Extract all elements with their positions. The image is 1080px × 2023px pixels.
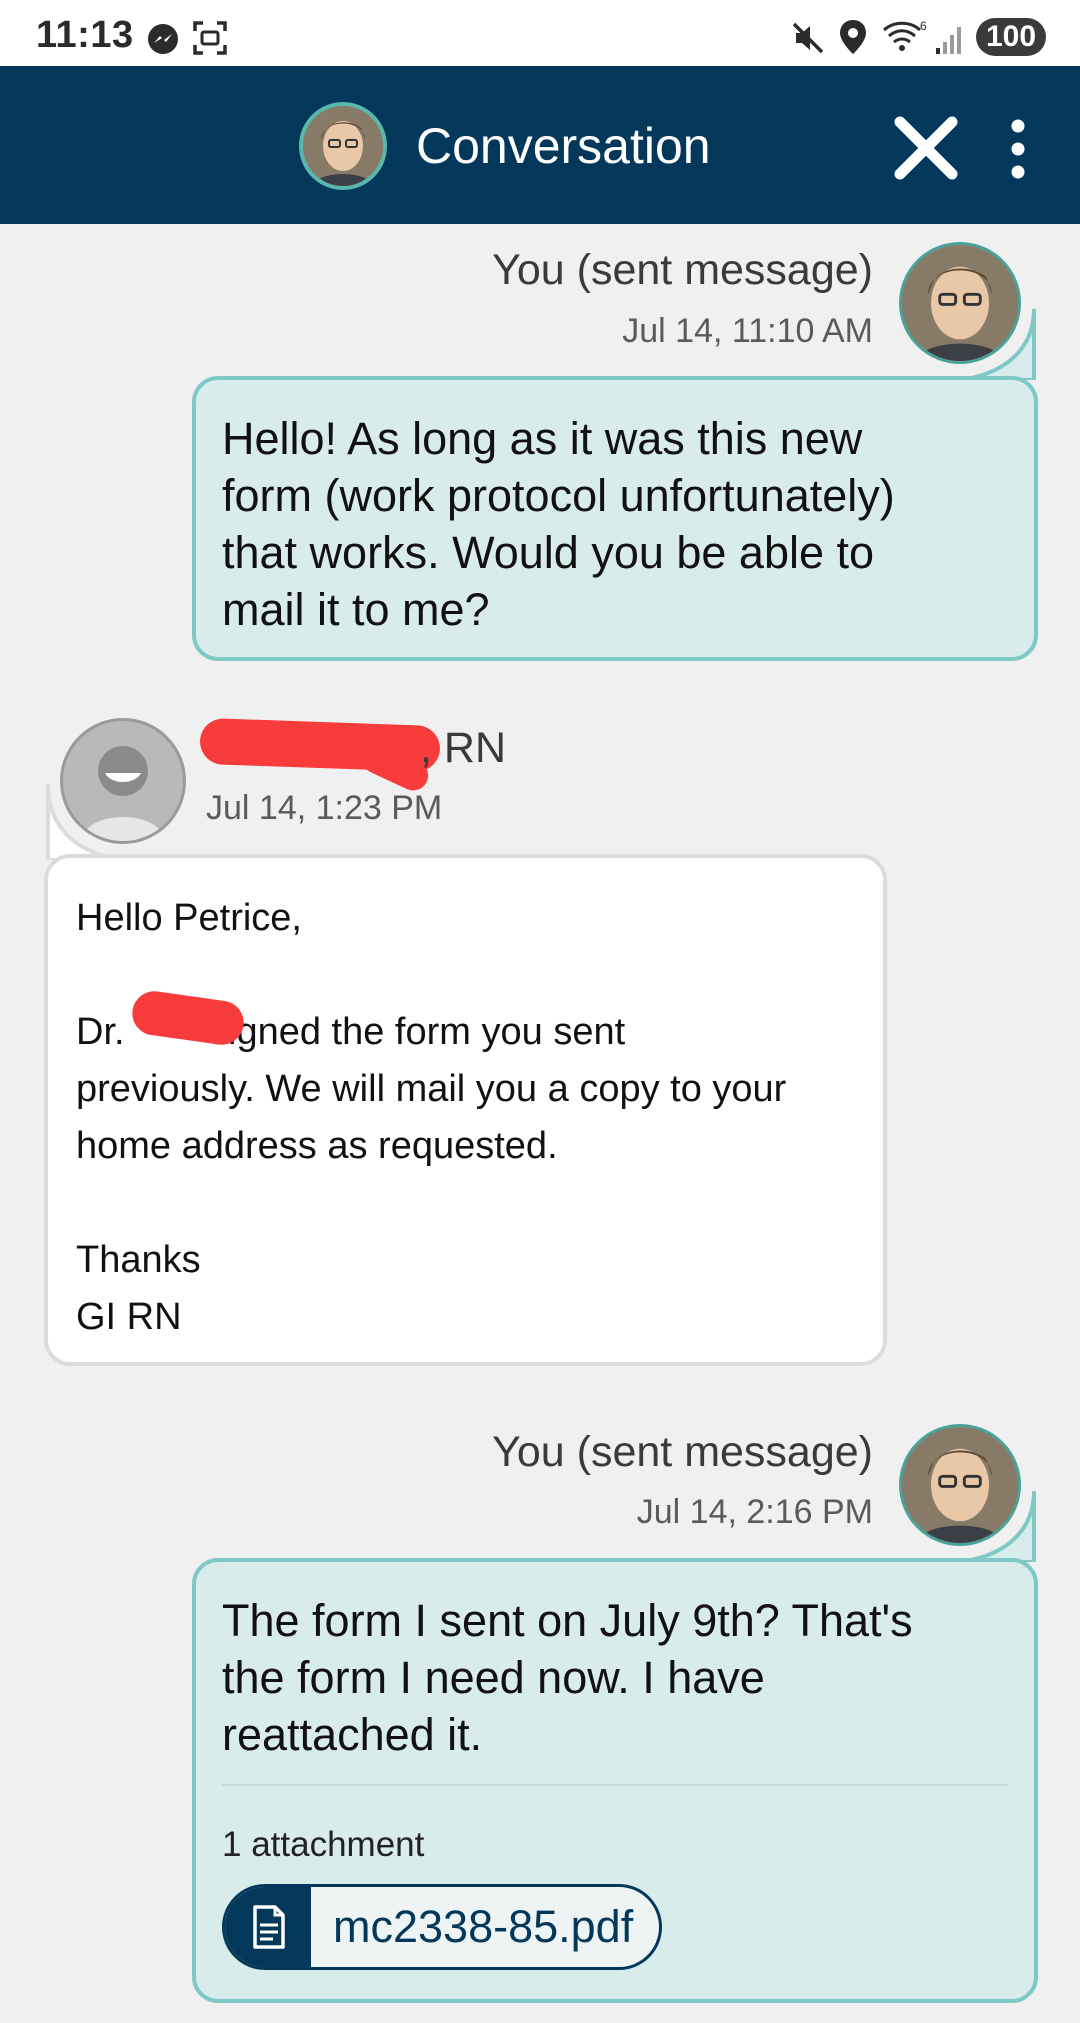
message-line: Hello! As long as it was this new [222,413,863,464]
page-title: Conversation [416,118,711,174]
message-line: reattached it. [222,1709,483,1760]
attachment-chip[interactable]: mc2338-85.pdf [222,1884,662,1970]
message-line: The form I sent on July 9th? That's [222,1595,913,1646]
attachment-divider [222,1784,1008,1786]
bubble-tail [959,308,1036,380]
message-line: the form I need now. I have [222,1652,765,1703]
signal-icon [936,27,961,54]
battery-indicator: 100 [976,18,1046,56]
attachment-filename[interactable]: mc2338-85.pdf [333,1901,633,1953]
bubble-tail [46,783,123,860]
message-line: previously. We will mail you a copy to y… [76,1068,787,1110]
sender-name: You (sent message) [492,246,873,294]
bubble-tail [959,1490,1036,1562]
attachment-count: 1 attachment [222,1825,425,1864]
mute-icon [792,22,824,54]
document-icon [225,1887,311,1967]
message-bubble: Hello Petrice, Dr. signed the form you s… [44,854,887,1366]
message-line: Thanks [76,1239,201,1281]
message-line: GI RN [76,1296,182,1338]
message-timestamp: Jul 14, 2:16 PM [636,1493,873,1531]
message-line [76,1175,855,1232]
wifi-icon: 6 [882,19,927,51]
sender-name: , RN [420,724,506,772]
message-line [76,947,855,1004]
message-line: form (work protocol unfortunately) [222,470,895,521]
close-icon[interactable] [888,110,964,186]
message-line: home address as requested. [76,1125,558,1167]
message-timestamp: Jul 14, 11:10 AM [622,312,873,350]
contact-avatar[interactable] [299,102,387,190]
message-timestamp: Jul 14, 1:23 PM [206,789,443,827]
status-bar: 11:13 6 100 [0,0,1080,66]
more-vertical-icon[interactable] [1004,114,1032,184]
status-time: 11:13 [36,14,134,56]
location-icon [840,20,866,54]
screenshot-icon [193,21,227,55]
message-line: that works. Would you be able to [222,527,875,578]
messenger-icon [148,24,178,54]
message-line: Hello Petrice, [76,897,302,939]
svg-text:6: 6 [920,19,927,33]
message-bubble: The form I sent on July 9th? That's the … [192,1558,1038,2003]
message-bubble: Hello! As long as it was this new form (… [192,376,1038,661]
sender-name: You (sent message) [492,1428,873,1476]
message-line: mail it to me? [222,584,490,635]
app-header: Conversation [0,66,1080,224]
